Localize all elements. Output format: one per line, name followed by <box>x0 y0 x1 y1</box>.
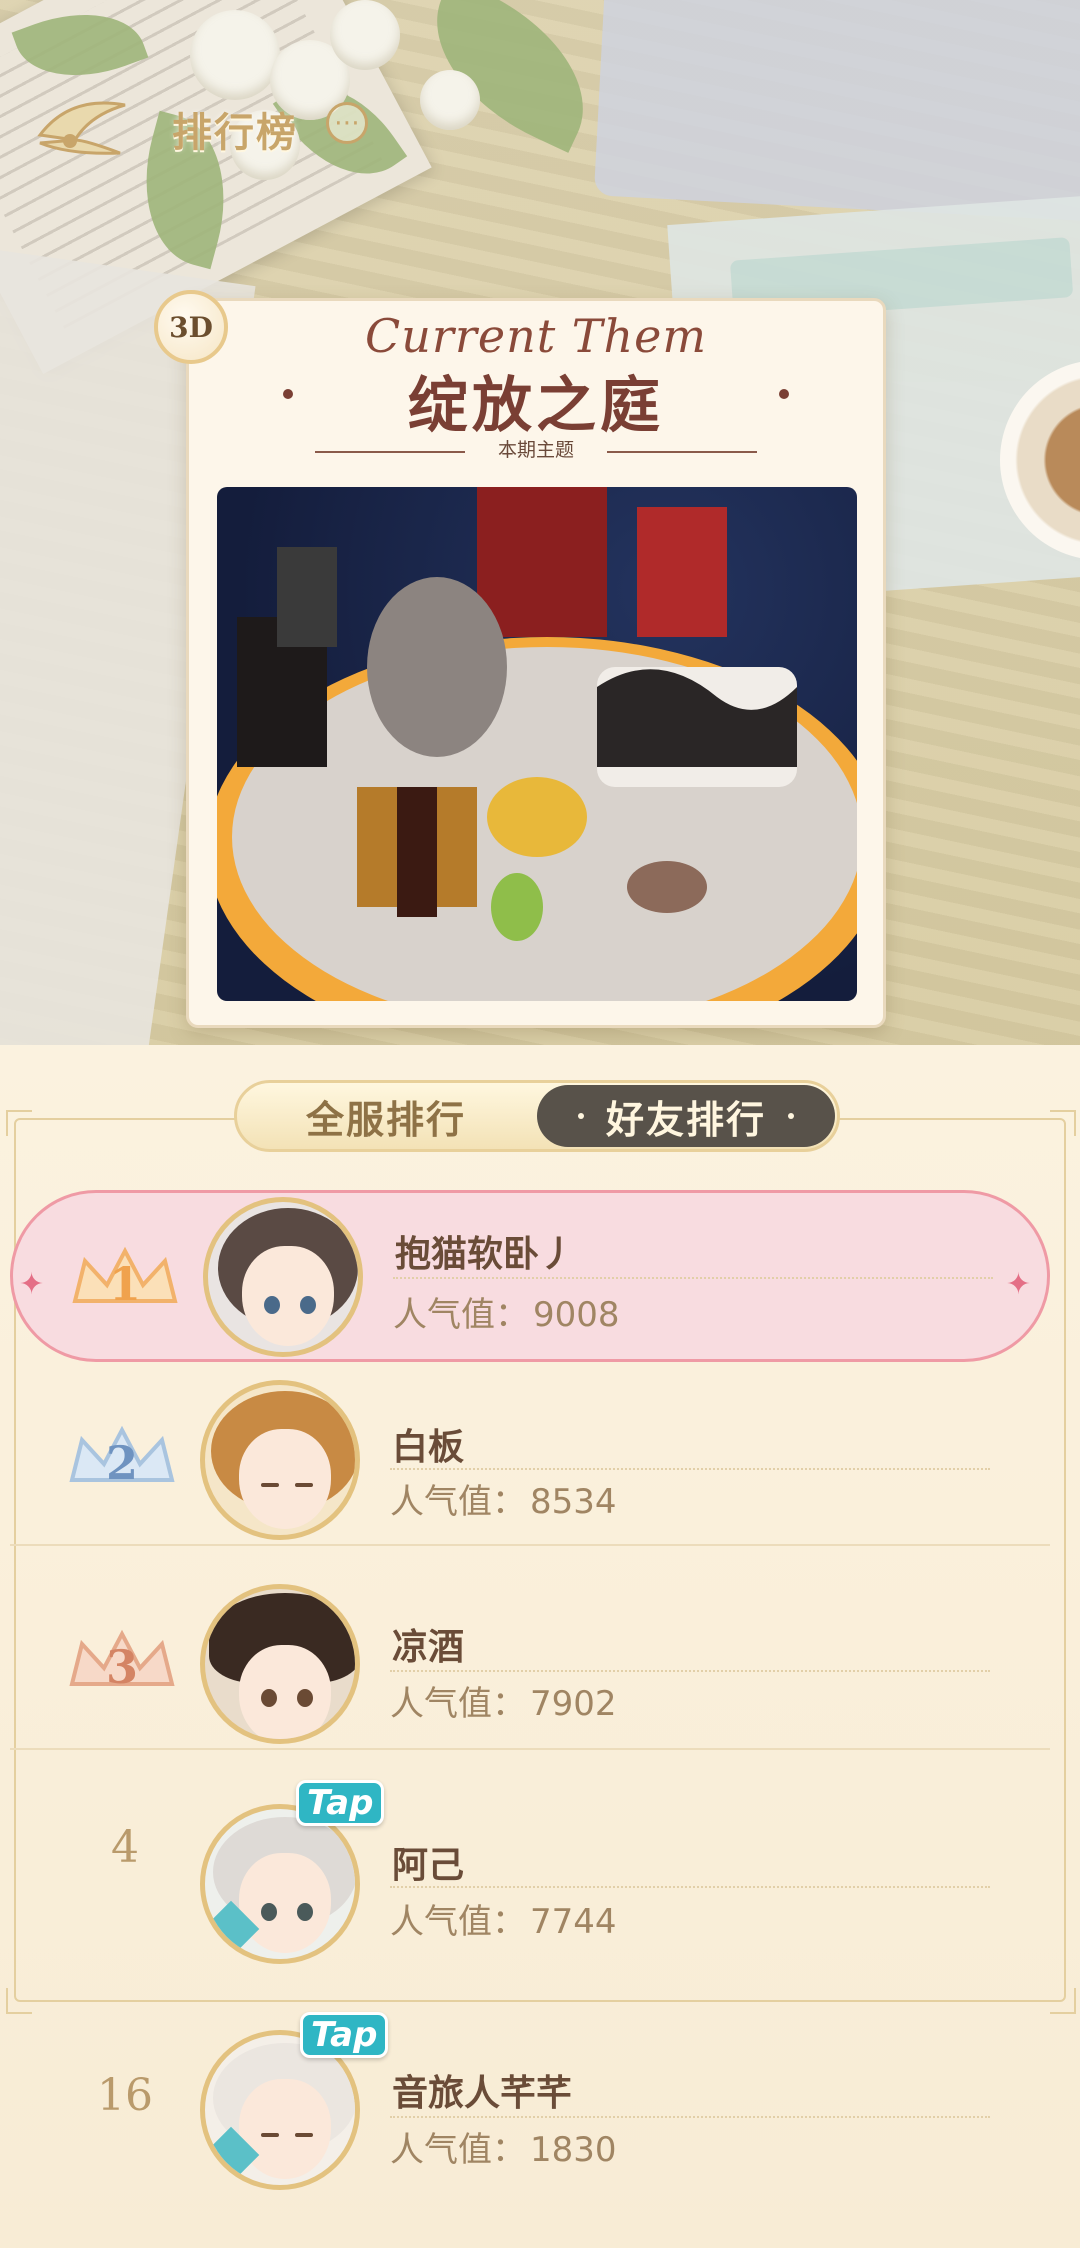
gold-crown-icon: 1 <box>65 1241 185 1321</box>
popularity-value: 人气值： 1830 <box>390 2130 617 2170</box>
ranking-row-2[interactable]: 2 白板 人气值： 8534 <box>10 1374 1050 1546</box>
ranking-row-3[interactable]: 3 凉酒 人气值： 7902 <box>10 1578 1050 1750</box>
3d-badge-button[interactable]: 3D <box>154 290 228 364</box>
ranking-row-1[interactable]: ✦ ✦ 1 抱猫软卧丿 人气值： 9008 <box>10 1190 1050 1362</box>
ranking-tabs: 全服排行 好友排行 <box>234 1080 840 1152</box>
tab-friends-label: 好友排行 <box>605 1097 766 1142</box>
player-name: 阿己 <box>392 1845 465 1886</box>
ranking-row-4[interactable]: 4 Tap 阿己 人气值： 7744 <box>10 1780 1050 1964</box>
rank-number: 1 <box>108 1257 141 1311</box>
popularity-value: 人气值： 9008 <box>393 1295 620 1335</box>
player-name: 音旅人芊芊 <box>392 2073 573 2114</box>
player-name: 凉酒 <box>392 1627 465 1668</box>
page-title: 排行榜 <box>172 110 298 156</box>
theme-card[interactable]: Current Them 绽放之庭 本期主题 <box>186 298 886 1028</box>
tab-all-server[interactable]: 全服排行 <box>237 1083 535 1149</box>
avatar[interactable] <box>200 1804 360 1964</box>
theme-room-preview-image[interactable] <box>217 487 857 1001</box>
rank-number: 16 <box>97 2070 153 2121</box>
theme-name: 绽放之庭 <box>408 371 664 441</box>
ellipsis-icon[interactable]: ⋯ <box>326 102 368 144</box>
avatar[interactable] <box>200 1380 360 1540</box>
popularity-value: 人气值： 7744 <box>390 1902 617 1942</box>
silver-crown-icon: 2 <box>62 1420 182 1500</box>
popularity-value: 人气值： 7902 <box>390 1684 617 1724</box>
avatar[interactable] <box>200 1584 360 1744</box>
sparkle-icon: ✦ <box>19 1267 45 1302</box>
sparkle-icon: ✦ <box>1005 1267 1031 1302</box>
rank-number: 3 <box>105 1640 138 1694</box>
popularity-value: 人气值： 8534 <box>390 1482 617 1522</box>
player-name: 白板 <box>392 1427 465 1468</box>
player-name: 抱猫软卧丿 <box>395 1234 576 1275</box>
tap-badge: Tap <box>296 1780 385 1826</box>
bronze-crown-icon: 3 <box>62 1624 182 1704</box>
winged-logo-icon[interactable] <box>30 95 130 165</box>
theme-subtitle: 本期主题 <box>497 439 574 461</box>
theme-script-title: Current Them <box>365 309 707 363</box>
ranking-row-self[interactable]: 16 Tap 音旅人芊芊 人气值： 1830 <box>10 2010 1050 2190</box>
tab-friends[interactable]: 好友排行 <box>537 1085 835 1147</box>
avatar[interactable] <box>203 1197 363 1357</box>
tap-badge: Tap <box>300 2012 389 2058</box>
rank-number: 4 <box>111 1822 139 1873</box>
rank-number: 2 <box>105 1436 138 1490</box>
